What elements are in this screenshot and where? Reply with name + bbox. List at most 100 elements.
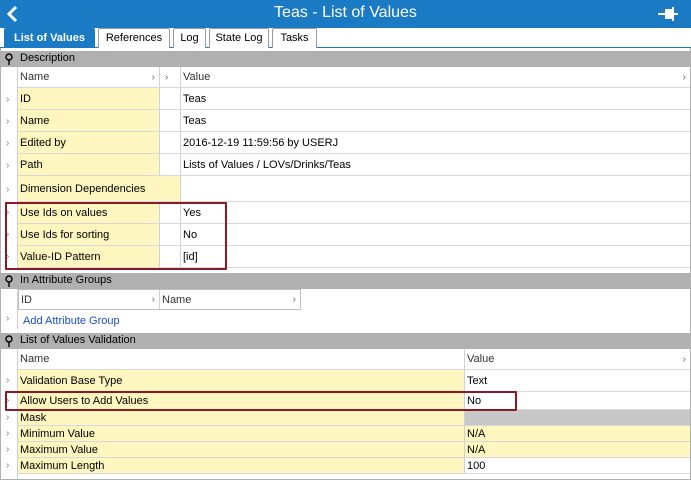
row-name: Maximum Length xyxy=(18,458,465,473)
row-spacer xyxy=(160,224,181,245)
table-row[interactable]: Path Lists of Values / LOVs/Drinks/Teas xyxy=(18,154,690,176)
chevron-right-icon[interactable]: › xyxy=(6,138,9,149)
row-spacer xyxy=(160,202,181,223)
tab-state-log[interactable]: State Log xyxy=(209,28,269,48)
row-value: N/A xyxy=(465,442,690,457)
chevron-right-icon: › xyxy=(682,353,686,365)
description-section-header[interactable]: Description xyxy=(1,51,690,67)
row-spacer xyxy=(160,246,181,267)
row-name: Validation Base Type xyxy=(18,370,465,391)
table-row[interactable]: Use Ids on values Yes xyxy=(18,202,690,224)
table-row[interactable]: Minimum Value N/A xyxy=(18,426,690,442)
row-value: N/A xyxy=(465,426,690,441)
row-value: No xyxy=(181,224,690,245)
row-name: Minimum Value xyxy=(18,426,465,441)
row-spacer xyxy=(160,132,181,153)
column-header-id[interactable]: ID › xyxy=(19,290,160,309)
section-title: In Attribute Groups xyxy=(20,274,112,286)
row-name: Value-ID Pattern xyxy=(18,246,160,267)
row-value xyxy=(181,176,690,201)
row-value: Teas xyxy=(181,110,690,131)
row-value: Yes xyxy=(181,202,690,223)
column-header-name[interactable]: Name › xyxy=(18,67,160,87)
row-value xyxy=(465,410,690,425)
section-title: Description xyxy=(20,52,76,64)
row-spacer xyxy=(160,154,181,175)
column-header-name[interactable]: Name xyxy=(18,349,465,369)
chevron-right-icon: › xyxy=(292,294,296,305)
table-row[interactable]: Value-ID Pattern [id] xyxy=(18,246,690,268)
row-value: Lists of Values / LOVs/Drinks/Teas xyxy=(181,154,690,175)
row-spacer xyxy=(160,110,181,131)
column-header-value[interactable]: Value › xyxy=(181,67,690,87)
table-row[interactable]: Allow Users to Add Values No xyxy=(18,392,690,410)
row-name: Edited by xyxy=(18,132,160,153)
table-row[interactable]: Mask xyxy=(18,410,690,426)
chevron-right-icon[interactable]: › xyxy=(6,375,9,386)
description-column-header: Name › › Value › xyxy=(18,67,690,88)
column-header-name[interactable]: Name › xyxy=(160,290,300,309)
table-row[interactable]: Maximum Value N/A xyxy=(18,442,690,458)
section-title: List of Values Validation xyxy=(20,334,136,346)
row-value: 2016-12-19 11:59:56 by USERJ xyxy=(181,132,690,153)
row-value: Text xyxy=(465,370,690,391)
chevron-right-icon[interactable]: › xyxy=(6,207,9,218)
column-header-expand[interactable]: › xyxy=(160,67,181,87)
window-title: Teas - List of Values xyxy=(274,4,417,21)
row-value: 100 xyxy=(465,458,690,473)
row-spacer xyxy=(160,88,181,109)
content-panel: Description Name › › Value › › ID Teas › N… xyxy=(0,48,691,480)
row-name: Path xyxy=(18,154,160,175)
row-gutter xyxy=(1,67,18,268)
row-name: Maximum Value xyxy=(18,442,465,457)
lov-validation-column-header: Name Value › xyxy=(18,349,690,370)
chevron-right-icon: › xyxy=(165,71,169,83)
chevron-right-icon[interactable]: › xyxy=(6,251,9,262)
section-pin-icon[interactable] xyxy=(4,275,14,287)
chevron-right-icon[interactable]: › xyxy=(6,116,9,127)
table-row[interactable]: Use Ids for sorting No xyxy=(18,224,690,246)
chevron-right-icon[interactable]: › xyxy=(6,229,9,240)
title-bar: Teas - List of Values xyxy=(0,0,691,28)
section-pin-icon[interactable] xyxy=(4,335,14,347)
chevron-right-icon[interactable]: › xyxy=(6,160,9,171)
row-gutter xyxy=(1,349,18,479)
row-name: Name xyxy=(18,110,160,131)
row-value: [id] xyxy=(181,246,690,267)
tab-references[interactable]: References xyxy=(98,28,170,48)
tab-bar: List of Values References Log State Log … xyxy=(0,28,691,48)
table-row[interactable]: ID Teas xyxy=(18,88,690,110)
chevron-right-icon[interactable]: › xyxy=(6,460,9,471)
lov-validation-section-header[interactable]: List of Values Validation xyxy=(1,333,690,349)
row-value: No xyxy=(465,392,690,409)
tab-log[interactable]: Log xyxy=(173,28,206,48)
row-name: Use Ids on values xyxy=(18,202,160,223)
table-row[interactable]: Name Teas xyxy=(18,110,690,132)
row-gutter xyxy=(1,289,18,329)
chevron-right-icon[interactable]: › xyxy=(6,313,9,324)
chevron-right-icon[interactable]: › xyxy=(6,444,9,455)
chevron-right-icon: › xyxy=(151,294,155,305)
section-pin-icon[interactable] xyxy=(4,53,14,65)
chevron-right-icon[interactable]: › xyxy=(6,184,9,195)
add-attribute-group-link[interactable]: Add Attribute Group xyxy=(21,312,120,330)
chevron-right-icon[interactable]: › xyxy=(6,395,9,406)
chevron-right-icon[interactable]: › xyxy=(6,428,9,439)
row-name: Use Ids for sorting xyxy=(18,224,160,245)
pin-icon[interactable] xyxy=(657,5,678,23)
attribute-groups-section-header[interactable]: In Attribute Groups xyxy=(1,273,690,289)
chevron-right-icon[interactable]: › xyxy=(6,412,9,423)
chevron-right-icon[interactable]: › xyxy=(6,94,9,105)
row-value: Teas xyxy=(181,88,690,109)
table-row[interactable]: Validation Base Type Text xyxy=(18,370,690,392)
table-row[interactable]: Dimension Dependencies xyxy=(18,176,690,202)
row-name: Mask xyxy=(18,410,465,425)
row-name: Dimension Dependencies xyxy=(18,176,181,201)
column-header-value[interactable]: Value › xyxy=(465,349,690,369)
tab-list-of-values[interactable]: List of Values xyxy=(4,28,95,48)
table-row[interactable]: Edited by 2016-12-19 11:59:56 by USERJ xyxy=(18,132,690,154)
attribute-groups-column-header: ID › Name › xyxy=(18,289,301,310)
table-row[interactable]: Maximum Length 100 xyxy=(18,458,690,474)
chevron-right-icon: › xyxy=(151,71,155,83)
tab-tasks[interactable]: Tasks xyxy=(272,28,317,48)
